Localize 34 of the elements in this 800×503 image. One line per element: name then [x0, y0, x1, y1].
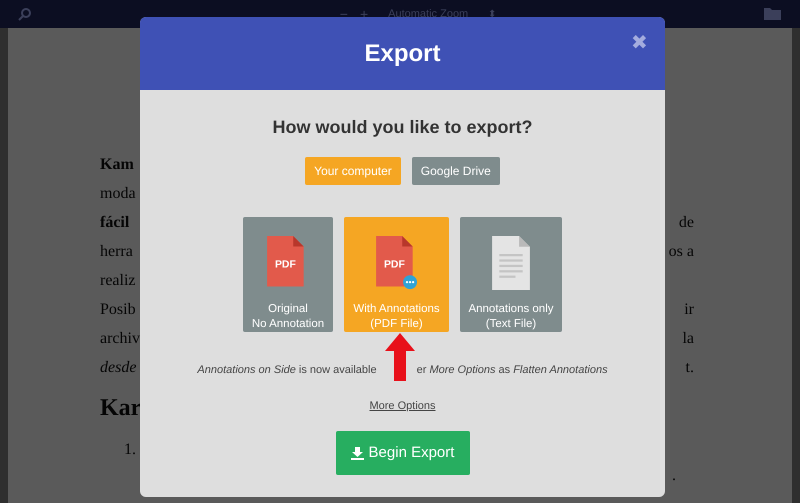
close-button[interactable]: ✖ — [631, 33, 648, 53]
destination-button[interactable]: Google Drive — [412, 157, 500, 185]
document-text: fácil — [100, 212, 130, 232]
begin-export-button[interactable]: Begin Export — [336, 431, 470, 475]
document-text: Posib — [100, 300, 136, 320]
document-text: realiz — [100, 270, 136, 290]
more-options-link[interactable]: More Options — [369, 398, 436, 414]
document-heading: Kar — [100, 394, 142, 423]
document-text: Kam — [100, 154, 134, 174]
document-text: herra — [100, 242, 133, 262]
arrow-icon — [385, 333, 415, 381]
format-option[interactable]: Annotations only (Text File) — [460, 217, 562, 332]
document-text: archiv — [100, 328, 140, 348]
export-question: How would you like to export? — [272, 116, 532, 139]
search-icon[interactable] — [18, 7, 32, 21]
document-text: desde — [100, 358, 136, 378]
document-text: la — [681, 328, 694, 348]
caret-icon: ⬍ — [488, 6, 496, 22]
document-text: de — [678, 212, 694, 232]
document-text: moda — [100, 184, 136, 204]
text-file-icon — [490, 236, 532, 290]
document-text: . — [672, 466, 676, 486]
document-text: t. — [684, 358, 694, 378]
destination-button[interactable]: Your computer — [305, 157, 401, 185]
document-text: os a — [668, 242, 694, 262]
document-text: ir — [683, 300, 694, 320]
download-icon — [350, 446, 364, 460]
folder-icon[interactable] — [764, 7, 782, 21]
info-note: Annotations on Side is now available — [197, 363, 377, 378]
info-note: er More Options as Flatten Annotations — [416, 363, 608, 378]
list-marker: 1. — [124, 440, 136, 460]
format-option[interactable]: PDF With Annotations (PDF File) — [344, 217, 449, 332]
dialog-title: Export — [364, 38, 440, 68]
format-option[interactable]: PDF Original No Annotation — [243, 217, 333, 332]
